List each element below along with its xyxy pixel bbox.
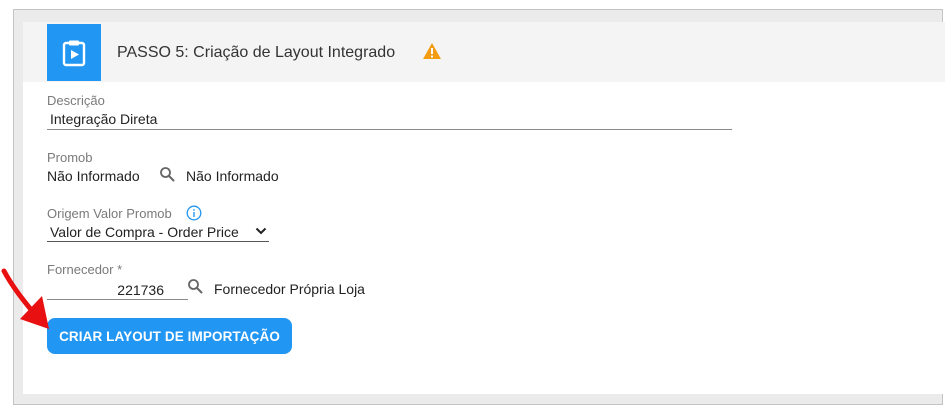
- fornecedor-search-icon[interactable]: [187, 278, 203, 294]
- descricao-value: Integração Direta: [50, 111, 158, 127]
- criar-layout-button[interactable]: CRIAR LAYOUT DE IMPORTAÇÃO: [47, 318, 292, 354]
- origem-label: Origem Valor Promob: [47, 206, 172, 221]
- chevron-down-icon: [255, 227, 267, 235]
- info-icon[interactable]: [186, 205, 202, 221]
- annotation-arrow-icon: [1, 268, 49, 329]
- promob-label: Promob: [47, 150, 93, 165]
- origem-selected-value: Valor de Compra - Order Price: [50, 224, 239, 240]
- fornecedor-input[interactable]: 221736: [47, 278, 188, 300]
- fornecedor-lookup-value: Fornecedor Própria Loja: [214, 281, 365, 297]
- fornecedor-code: 221736: [117, 282, 164, 298]
- promob-value: Não Informado: [47, 168, 140, 184]
- descricao-input[interactable]: Integração Direta: [47, 109, 732, 130]
- step-icon-box: [47, 24, 101, 81]
- descricao-label: Descrição: [47, 93, 105, 108]
- warning-icon: [423, 43, 441, 59]
- clipboard-play-icon: [62, 40, 86, 66]
- promob-search-icon[interactable]: [159, 166, 175, 182]
- promob-lookup-value: Não Informado: [186, 168, 279, 184]
- origem-select[interactable]: Valor de Compra - Order Price: [47, 221, 269, 242]
- step-title: PASSO 5: Criação de Layout Integrado: [117, 44, 396, 61]
